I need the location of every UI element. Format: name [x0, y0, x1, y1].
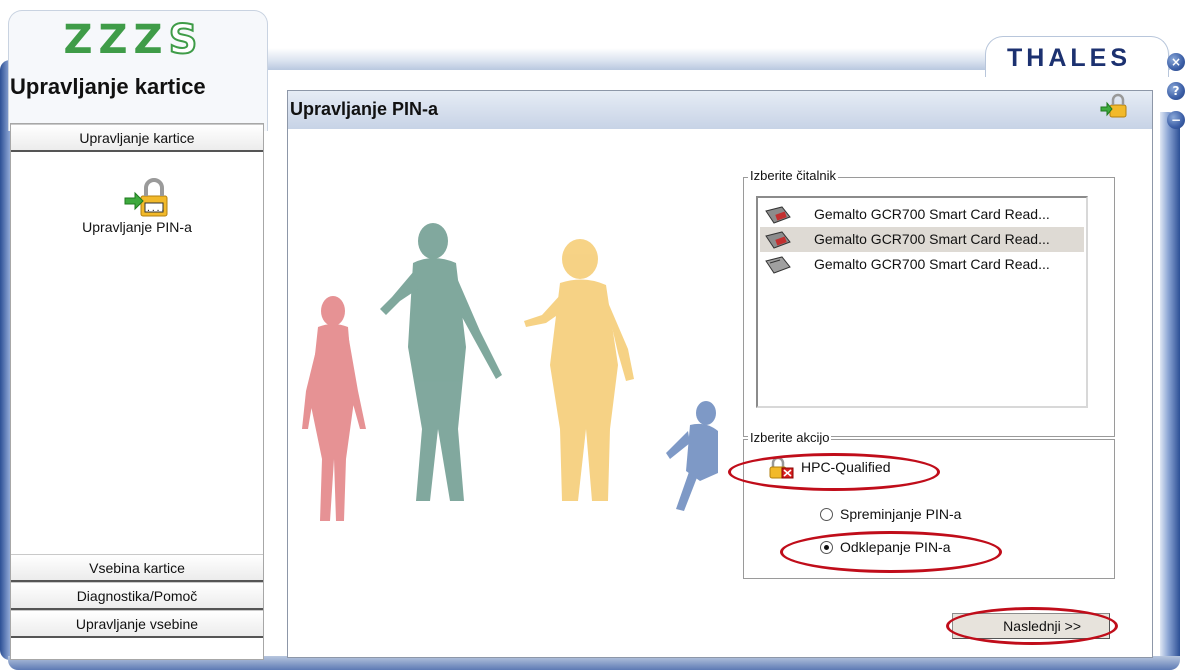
- sidebar: Upravljanje kartice .... Upravljanje PIN…: [10, 123, 264, 660]
- sidebar-item-diagnostics[interactable]: Diagnostika/Pomoč: [11, 582, 263, 610]
- logo-letter: Z: [133, 17, 163, 63]
- vendor-logo: THALES: [1007, 44, 1131, 72]
- padlock-error-icon: [769, 457, 794, 479]
- reader-name: Gemalto GCR700 Smart Card Read...: [814, 231, 1050, 247]
- minimize-icon[interactable]: −: [1167, 111, 1185, 129]
- sidebar-item-card-contents[interactable]: Vsebina kartice: [11, 554, 263, 582]
- frame-right-edge: [1160, 112, 1180, 668]
- reader-item-selected[interactable]: Gemalto GCR700 Smart Card Read...: [760, 227, 1084, 252]
- logo-letter: S: [168, 17, 199, 63]
- main-panel: Upravljanje PIN-a Izberite čitalnik Gema…: [287, 90, 1153, 658]
- card-reader-icon: [765, 256, 791, 274]
- family-illustration: [302, 223, 718, 521]
- card-reader-icon: [765, 206, 791, 224]
- page-title: Upravljanje PIN-a: [290, 99, 439, 119]
- reader-group-legend: Izberite čitalnik: [748, 168, 838, 183]
- pin-lock-icon: [1100, 93, 1127, 118]
- panel-header: Upravljanje PIN-a: [288, 91, 1152, 129]
- radio-button-checked[interactable]: [820, 541, 833, 554]
- pin-management-label[interactable]: Upravljanje PIN-a: [11, 219, 263, 235]
- card-reader-icon: [765, 231, 791, 249]
- reader-group: Izberite čitalnik Gemalto GCR700 Smart C…: [743, 168, 1115, 437]
- sidebar-item-content-management[interactable]: Upravljanje vsebine: [11, 610, 263, 638]
- action-group: Izberite akcijo HPC-Qualified Spreminjan…: [743, 430, 1115, 579]
- sidebar-item-card-management[interactable]: Upravljanje kartice: [11, 124, 263, 152]
- card-type-label: HPC-Qualified: [801, 459, 891, 475]
- help-icon[interactable]: ?: [1167, 82, 1185, 100]
- reader-list[interactable]: Gemalto GCR700 Smart Card Read... Gemalt…: [756, 196, 1088, 408]
- change-pin-label[interactable]: Spreminjanje PIN-a: [840, 506, 961, 522]
- next-button[interactable]: Naslednji >>: [952, 613, 1110, 639]
- close-icon[interactable]: ×: [1167, 53, 1185, 71]
- reader-name: Gemalto GCR700 Smart Card Read...: [814, 206, 1050, 222]
- reader-name: Gemalto GCR700 Smart Card Read...: [814, 256, 1050, 272]
- svg-text:....: ....: [146, 204, 165, 213]
- reader-item[interactable]: Gemalto GCR700 Smart Card Read...: [760, 252, 1084, 277]
- app-title: Upravljanje kartice: [10, 74, 206, 99]
- logo-letter: Z: [98, 17, 128, 63]
- radio-button[interactable]: [820, 508, 833, 521]
- unlock-pin-label[interactable]: Odklepanje PIN-a: [840, 539, 951, 555]
- action-group-legend: Izberite akcijo: [748, 430, 832, 445]
- zzzs-logo: Z Z Z S: [62, 17, 199, 63]
- pin-management-icon[interactable]: ....: [123, 176, 169, 218]
- logo-letter: Z: [63, 17, 93, 63]
- reader-item[interactable]: Gemalto GCR700 Smart Card Read...: [760, 202, 1084, 227]
